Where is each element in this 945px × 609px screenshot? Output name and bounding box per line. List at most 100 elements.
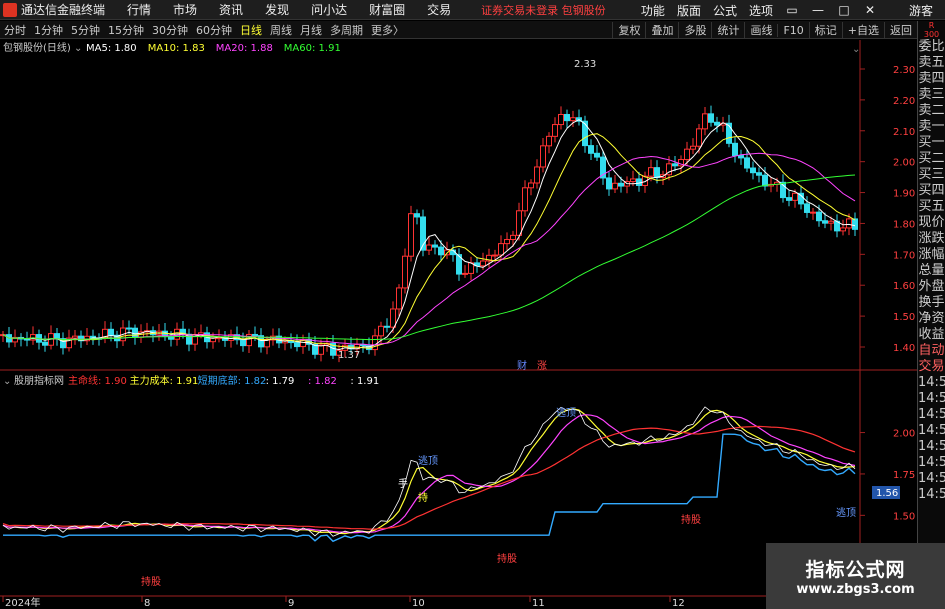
maximize-window-icon[interactable]: □ [837,3,851,17]
side-item[interactable]: 净资 [918,311,945,327]
side-item[interactable]: 买五 [918,199,945,215]
rise-marker[interactable]: 涨 [537,360,547,372]
app-title: 通达信金融终端 [21,3,106,17]
btn-f10[interactable]: F10 [777,23,808,37]
period-60min[interactable]: 60分钟 [192,22,236,38]
side-item[interactable]: 14:56 [918,375,945,391]
side-item[interactable]: 交易 [918,359,945,375]
candle-body [846,218,852,229]
candle-body [372,335,378,351]
candle-body [378,325,384,337]
btn-zixuan[interactable]: +自选 [841,22,884,38]
y-tick-label: 2.10 [893,127,915,138]
minimize-window-icon[interactable]: — [811,3,825,17]
menu-gongneng[interactable]: 功能 [641,2,665,19]
candle-body [126,327,132,330]
side-item[interactable]: 涨幅 [918,247,945,263]
period-15min[interactable]: 15分钟 [104,22,148,38]
time-axis: 2024年 8 9 10 11 12 [2,596,685,609]
period-1min[interactable]: 1分钟 [30,22,67,38]
side-item[interactable]: 涨跌 [918,231,945,247]
btn-huaxian[interactable]: 画线 [744,22,777,38]
side-item[interactable]: 自动 [918,343,945,359]
side-item[interactable]: 换手 [918,295,945,311]
side-item[interactable]: 14:56 [918,407,945,423]
indicator-label-group: 主命线: 1.90 主力成本: 1.91 短期底部: 1.82: 1.79: 1.8… [68,374,379,387]
y-tick-label: 1.80 [893,219,915,230]
side-item[interactable]: 卖五 [918,55,945,71]
side-item[interactable]: 14:56 [918,391,945,407]
finance-marker[interactable]: 财 [517,359,527,372]
side-item[interactable]: 14:56 [918,455,945,471]
indicator-annotation: 逃顶 [556,406,576,419]
menu-wenxiaoda[interactable]: 问小达 [311,1,347,18]
side-item[interactable]: 买二 [918,151,945,167]
period-fenshi[interactable]: 分时 [0,22,30,38]
side-item[interactable]: 14:56 [918,439,945,455]
side-item[interactable]: 总量 [918,263,945,279]
side-item[interactable]: 买三 [918,167,945,183]
candle-body [564,113,570,122]
side-item[interactable]: 收益 [918,327,945,343]
menu-banmian[interactable]: 版面 [677,2,701,19]
side-item[interactable]: 现价 [918,215,945,231]
side-item[interactable]: 卖二 [918,103,945,119]
guest-label[interactable]: 游客 [909,2,933,19]
candle-body [402,255,408,289]
candle-body [696,128,702,147]
candle-body [24,338,30,341]
close-window-icon[interactable]: ✕ [863,3,877,17]
menu-hangqing[interactable]: 行情 [127,1,151,18]
candle-body [708,113,714,123]
time-tick-label: 9 [288,598,294,609]
side-item[interactable]: 14:56 [918,487,945,503]
period-more[interactable]: 更多〉 [367,22,408,38]
indicator-annotation: 逃顶 [836,506,856,519]
chart-area[interactable]: 包钢股份(日线) ⌄ MA5: 1.80 MA10: 1.83 MA20: 1.88… [0,40,917,609]
btn-duogu[interactable]: 多股 [678,22,711,38]
menu-gongshi[interactable]: 公式 [713,2,737,19]
candle-body [792,192,798,201]
indicator-label: 主命线: 1.90 [68,374,127,387]
period-multi[interactable]: 多周期 [326,22,367,38]
period-daily[interactable]: 日线 [236,22,266,38]
side-item[interactable]: 卖一 [918,119,945,135]
y-tick-label: 2.20 [893,96,915,107]
btn-tongji[interactable]: 统计 [711,22,744,38]
indicator-label: : 1.91 [350,376,379,387]
side-item[interactable]: 买一 [918,135,945,151]
side-item[interactable]: 卖四 [918,71,945,87]
restore-window-icon[interactable]: ▭ [785,3,799,17]
period-weekly[interactable]: 周线 [266,22,296,38]
chart-menu-icon[interactable]: ⌄ [852,44,860,55]
menu-caifuquan[interactable]: 财富圈 [369,1,405,18]
period-30min[interactable]: 30分钟 [148,22,192,38]
period-5min[interactable]: 5分钟 [67,22,104,38]
trade-login-warning[interactable]: 证券交易未登录 包钢股份 [481,2,606,18]
btn-fuquan[interactable]: 复权 [612,22,645,38]
menu-faxian[interactable]: 发现 [265,1,289,18]
btn-biaoji[interactable]: 标记 [808,22,842,38]
side-item[interactable]: 委比 [918,39,945,55]
menu-xuanxiang[interactable]: 选项 [749,2,773,19]
side-item[interactable]: 买四 [918,183,945,199]
indicator-collapse-icon[interactable]: ⌄ [3,376,11,387]
btn-fanhui[interactable]: 返回 [884,22,917,38]
candle-body [432,244,438,248]
menu-zixun[interactable]: 资讯 [219,1,243,18]
y-tick-label: 2.00 [893,158,915,169]
btn-diejia[interactable]: 叠加 [645,22,678,38]
candle-body [804,203,810,213]
collapse-icon[interactable]: ⌄ [74,43,82,54]
side-item[interactable]: 14:56 [918,471,945,487]
y-tick-label: 2.30 [893,65,915,76]
high-label: 2.33 [574,59,596,70]
menu-jiaoyi[interactable]: 交易 [427,1,451,18]
side-item[interactable]: 外盘 [918,279,945,295]
menu-shichang[interactable]: 市场 [173,1,197,18]
period-monthly[interactable]: 月线 [296,22,326,38]
candle-body [840,227,846,232]
side-item[interactable]: 14:56 [918,423,945,439]
candle-body [504,239,510,245]
side-item[interactable]: 卖三 [918,87,945,103]
